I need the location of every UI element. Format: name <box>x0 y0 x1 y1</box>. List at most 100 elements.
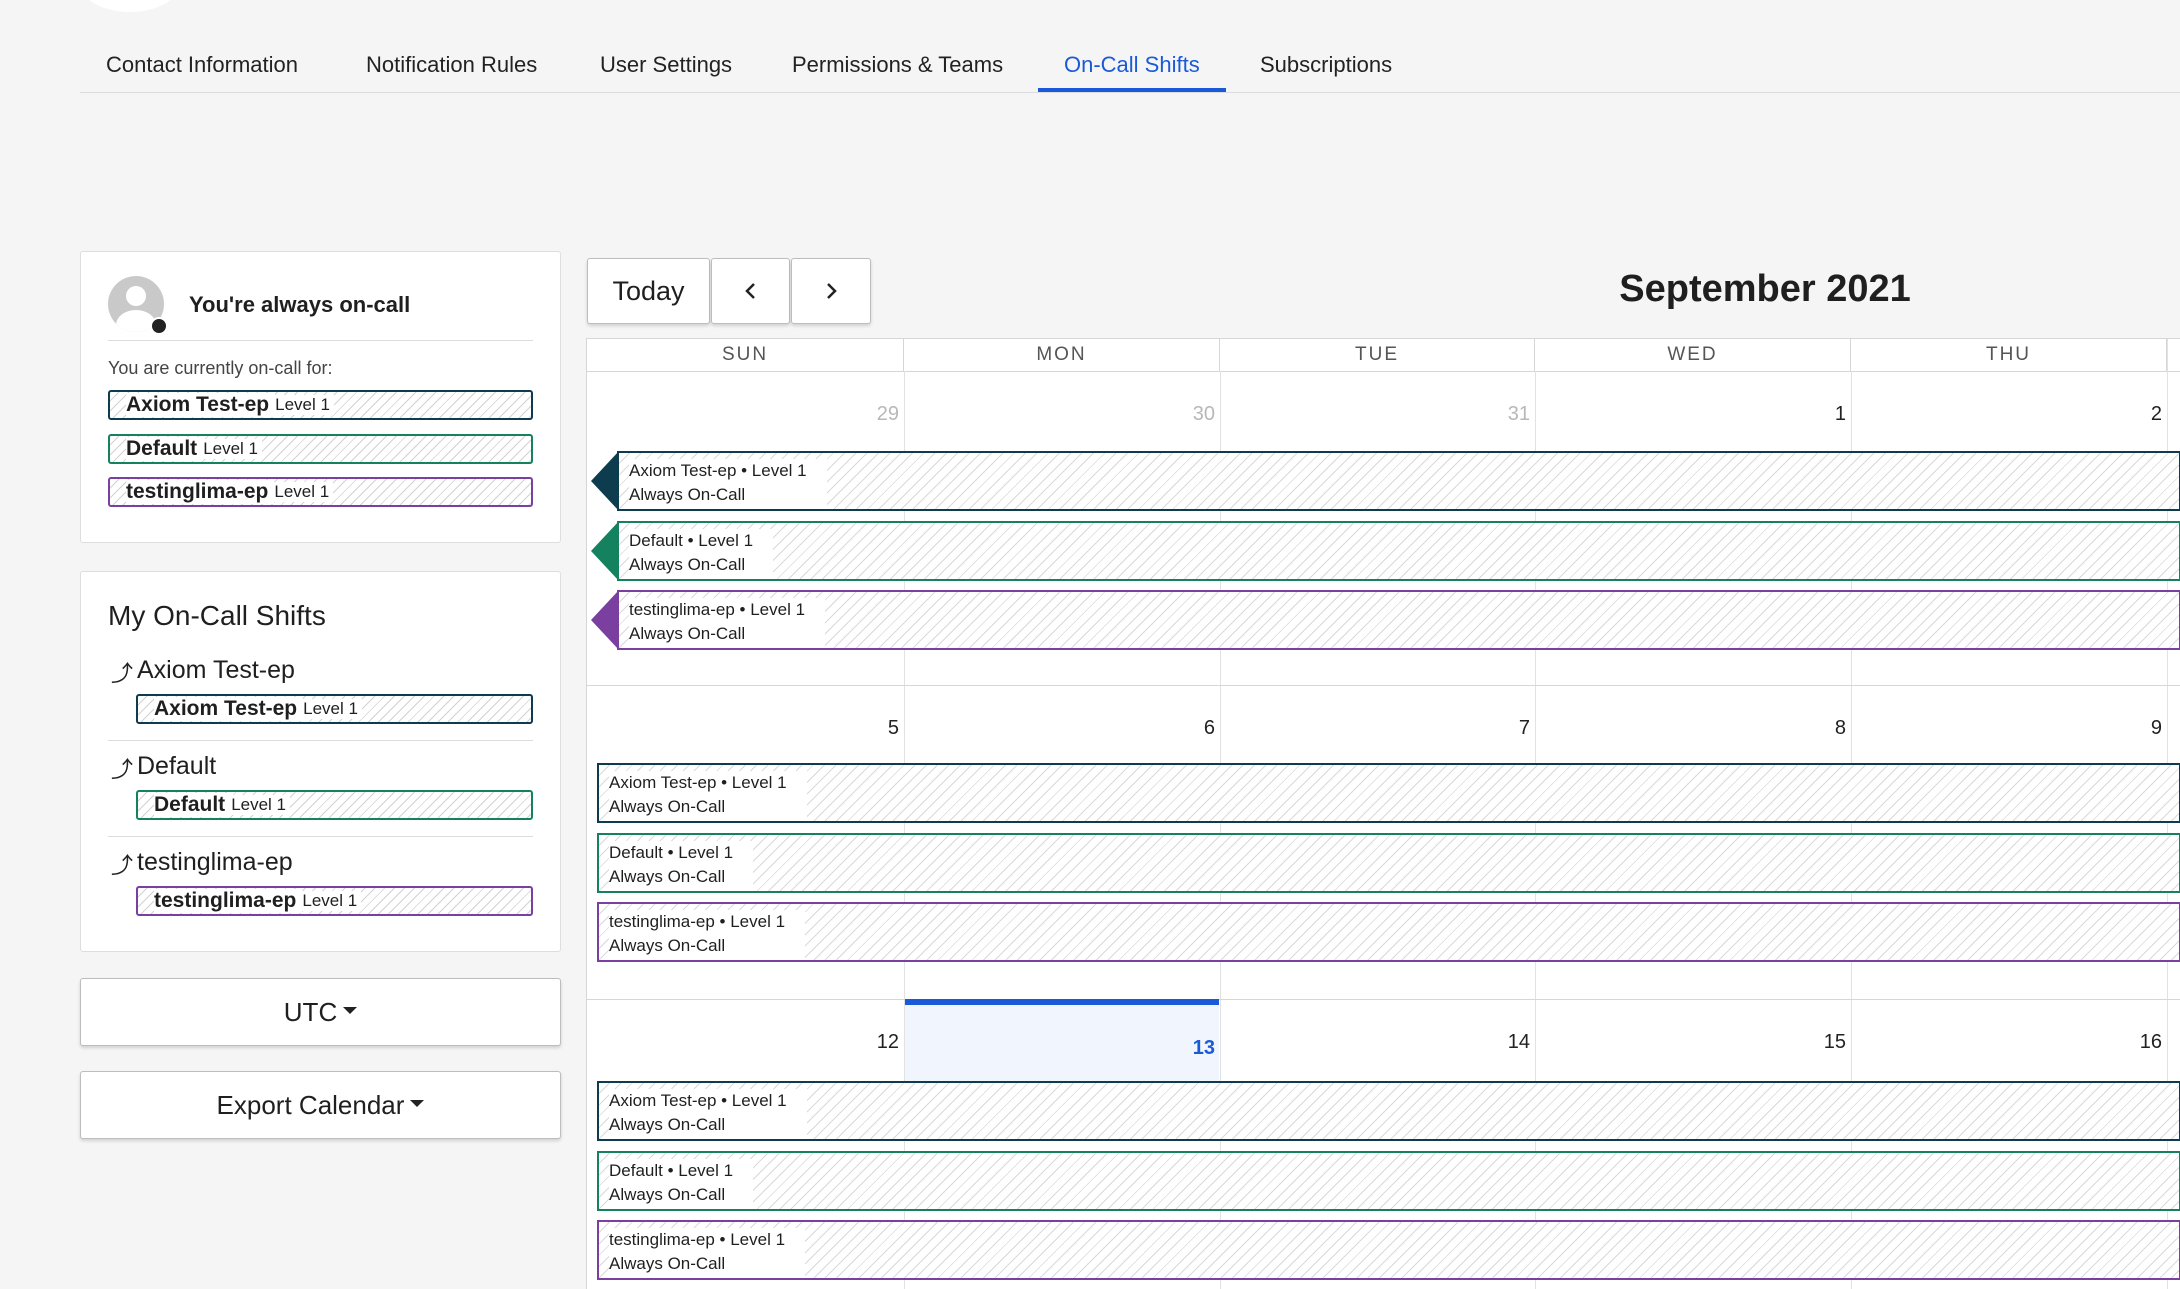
status-dot-icon <box>150 317 168 335</box>
tab-notification-rules[interactable]: Notification Rules <box>340 52 563 92</box>
shift-pill-default[interactable]: Default Level 1 <box>136 790 533 820</box>
export-calendar-label: Export Calendar <box>216 1089 405 1120</box>
day-number[interactable]: 1 <box>1535 403 1846 426</box>
next-month-button[interactable] <box>791 258 871 324</box>
day-number[interactable]: 31 <box>1220 403 1530 426</box>
continues-left-arrow-icon <box>591 590 619 650</box>
calendar-event-default[interactable]: Default • Level 1 Always On-Call <box>617 521 2180 581</box>
on-call-status-panel: You're always on-call You are currently … <box>80 251 561 543</box>
tab-user-settings[interactable]: User Settings <box>574 52 758 92</box>
my-shifts-title: My On-Call Shifts <box>108 600 326 631</box>
event-subtitle: Always On-Call <box>609 1185 726 1204</box>
escalation-arrow-icon: ⤴ <box>111 853 134 878</box>
grid-line <box>587 371 2180 372</box>
divider <box>108 740 533 741</box>
continues-left-arrow-icon <box>591 451 619 511</box>
event-title: Axiom Test-ep • Level 1 <box>609 773 787 792</box>
calendar-event-axiom[interactable]: Axiom Test-ep • Level 1 Always On-Call <box>617 451 2180 511</box>
day-number[interactable]: 12 <box>587 1031 899 1054</box>
event-subtitle: Always On-Call <box>629 485 746 504</box>
day-number[interactable]: 14 <box>1220 1031 1530 1054</box>
caret-down-icon <box>410 1099 425 1107</box>
event-subtitle: Always On-Call <box>609 797 726 816</box>
shift-pill-testinglima[interactable]: testinglima-ep Level 1 <box>136 886 533 916</box>
week-separator <box>587 685 2180 686</box>
calendar-event-default[interactable]: Default • Level 1 Always On-Call <box>597 1151 2180 1211</box>
shift-group-name[interactable]: testinglima-ep <box>137 848 293 877</box>
day-number[interactable]: 15 <box>1535 1031 1846 1054</box>
event-title: testinglima-ep • Level 1 <box>609 1230 786 1249</box>
profile-tabs: Contact Information Notification Rules U… <box>80 36 2180 93</box>
month-title: September 2021 <box>1619 268 1911 310</box>
policy-pill-axiom[interactable]: Axiom Test-ep Level 1 <box>108 390 533 420</box>
day-number[interactable]: 7 <box>1220 717 1530 740</box>
calendar-event-testinglima[interactable]: testinglima-ep • Level 1 Always On-Call <box>597 1220 2180 1280</box>
event-title: testinglima-ep • Level 1 <box>629 600 806 619</box>
policy-level: Level 1 <box>275 395 334 415</box>
policy-level: Level 1 <box>231 795 291 815</box>
timezone-dropdown-button[interactable]: UTC <box>80 978 561 1046</box>
on-call-for-label: You are currently on-call for: <box>108 358 333 378</box>
on-call-status-title: You're always on-call <box>189 292 411 317</box>
policy-level: Level 1 <box>203 439 263 459</box>
day-header-wed: WED <box>1535 339 1851 371</box>
policy-name: Axiom Test-ep <box>154 697 304 721</box>
calendar-event-default[interactable]: Default • Level 1 Always On-Call <box>597 833 2180 893</box>
event-subtitle: Always On-Call <box>609 1115 726 1134</box>
policy-pill-default[interactable]: Default Level 1 <box>108 434 533 464</box>
day-number[interactable]: 6 <box>904 717 1215 740</box>
policy-name: Default <box>126 437 204 461</box>
event-title: Default • Level 1 <box>609 843 734 862</box>
event-title: Default • Level 1 <box>609 1161 734 1180</box>
prev-month-button[interactable] <box>711 258 790 324</box>
chevron-right-icon <box>827 283 837 299</box>
day-number-today[interactable]: 13 <box>904 1037 1215 1060</box>
tab-subscriptions[interactable]: Subscriptions <box>1234 52 1418 92</box>
my-on-call-shifts-panel: My On-Call Shifts ⤴ Axiom Test-ep Axiom … <box>80 571 561 952</box>
calendar-event-axiom[interactable]: Axiom Test-ep • Level 1 Always On-Call <box>597 1081 2180 1141</box>
calendar-grid: SUN MON TUE WED THU 29 30 31 1 2 5 6 7 8… <box>586 338 2180 1289</box>
shift-group-name[interactable]: Axiom Test-ep <box>137 656 295 685</box>
tab-on-call-shifts[interactable]: On-Call Shifts <box>1038 52 1226 92</box>
event-subtitle: Always On-Call <box>609 867 726 886</box>
caret-down-icon <box>343 1006 358 1014</box>
week-separator <box>587 999 2180 1000</box>
day-header-tue: TUE <box>1220 339 1535 371</box>
policy-name: Axiom Test-ep <box>126 393 276 417</box>
policy-level: Level 1 <box>302 891 362 911</box>
policy-level: Level 1 <box>274 482 334 502</box>
day-header-sun: SUN <box>587 339 904 371</box>
shift-group-name[interactable]: Default <box>137 752 216 781</box>
day-number[interactable]: 30 <box>904 403 1215 426</box>
tab-contact-information[interactable]: Contact Information <box>80 52 324 92</box>
calendar-event-axiom[interactable]: Axiom Test-ep • Level 1 Always On-Call <box>597 763 2180 823</box>
tab-permissions-teams[interactable]: Permissions & Teams <box>766 52 1029 92</box>
policy-name: Default <box>154 793 232 817</box>
event-title: Axiom Test-ep • Level 1 <box>629 461 807 480</box>
day-number[interactable]: 2 <box>1851 403 2162 426</box>
day-number[interactable]: 5 <box>587 717 899 740</box>
event-subtitle: Always On-Call <box>609 936 726 955</box>
calendar-event-testinglima[interactable]: testinglima-ep • Level 1 Always On-Call <box>597 902 2180 962</box>
chevron-left-icon <box>744 283 755 299</box>
escalation-arrow-icon: ⤴ <box>111 661 134 686</box>
day-header-mon: MON <box>904 339 1220 371</box>
day-header-thu: THU <box>1851 339 2167 371</box>
policy-name: testinglima-ep <box>154 889 303 913</box>
policy-level: Level 1 <box>303 699 362 719</box>
shift-pill-axiom[interactable]: Axiom Test-ep Level 1 <box>136 694 533 724</box>
day-number[interactable]: 16 <box>1851 1031 2162 1054</box>
event-subtitle: Always On-Call <box>629 624 746 643</box>
today-indicator <box>905 999 1219 1005</box>
escalation-arrow-icon: ⤴ <box>111 757 134 782</box>
event-subtitle: Always On-Call <box>629 555 746 574</box>
policy-pill-testinglima[interactable]: testinglima-ep Level 1 <box>108 477 533 507</box>
day-number[interactable]: 9 <box>1851 717 2162 740</box>
event-title: testinglima-ep • Level 1 <box>609 912 786 931</box>
divider <box>108 836 533 837</box>
today-button[interactable]: Today <box>587 258 710 324</box>
day-number[interactable]: 29 <box>587 403 899 426</box>
export-calendar-button[interactable]: Export Calendar <box>80 1071 561 1139</box>
day-number[interactable]: 8 <box>1535 717 1846 740</box>
calendar-event-testinglima[interactable]: testinglima-ep • Level 1 Always On-Call <box>617 590 2180 650</box>
